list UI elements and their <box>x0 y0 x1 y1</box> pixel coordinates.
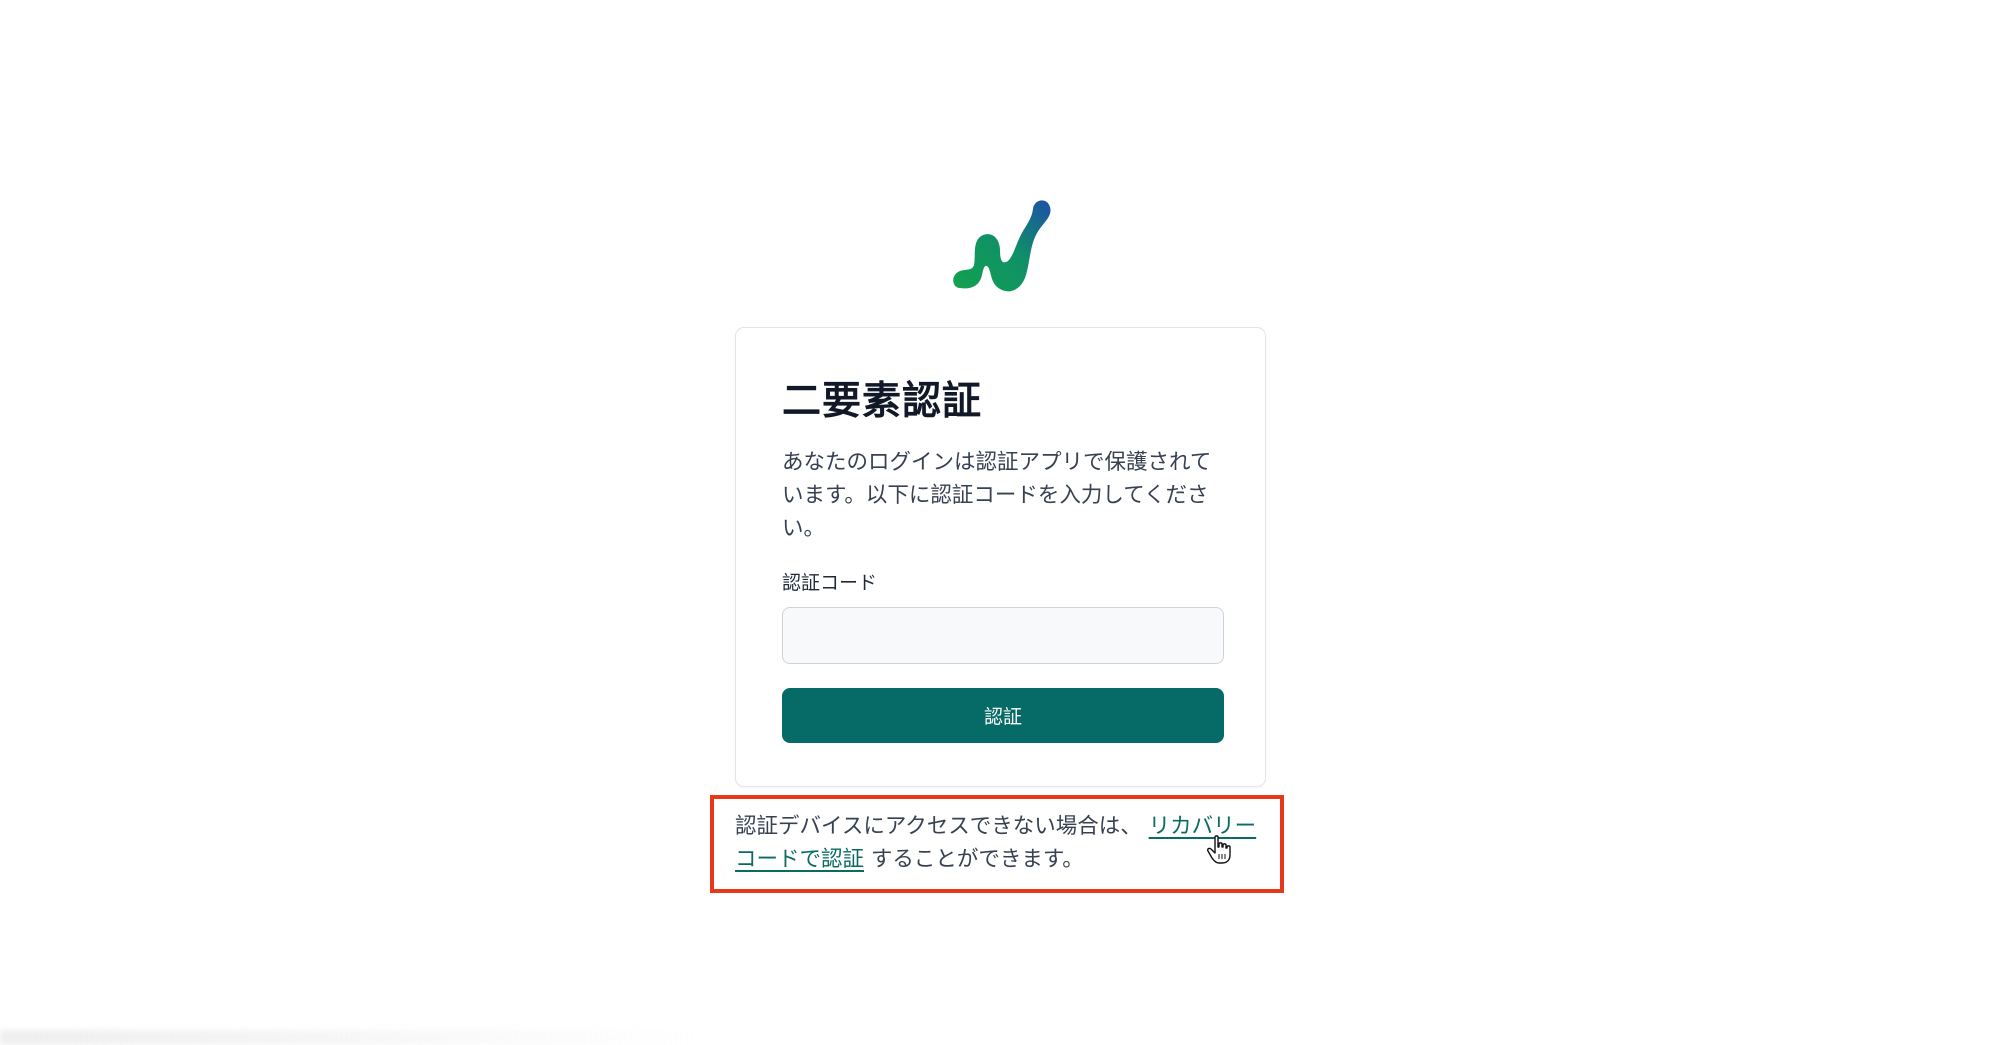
two-factor-page: 二要素認証 あなたのログインは認証アプリで保護されています。以下に認証コードを入… <box>0 0 2000 1045</box>
recovery-suffix: することができます。 <box>870 847 1084 872</box>
company-logo-icon <box>953 200 1051 292</box>
recovery-prefix: 認証デバイスにアクセスできない場合は、 <box>735 814 1142 839</box>
description-text: あなたのログインは認証アプリで保護されています。以下に認証コードを入力してくださ… <box>782 450 1212 541</box>
recovery-message: 認証デバイスにアクセスできない場合は、 リカバリーコードで認証 することができま… <box>735 810 1275 876</box>
verification-code-input[interactable] <box>782 607 1224 664</box>
two-factor-card: 二要素認証 あなたのログインは認証アプリで保護されています。以下に認証コードを入… <box>735 327 1266 787</box>
page-title: 二要素認証 <box>782 379 983 424</box>
bottom-shadow <box>0 1030 700 1045</box>
verify-button[interactable]: 認証 <box>782 688 1224 743</box>
code-field-label: 認証コード <box>782 572 878 594</box>
hand-pointer-icon <box>1207 835 1231 864</box>
